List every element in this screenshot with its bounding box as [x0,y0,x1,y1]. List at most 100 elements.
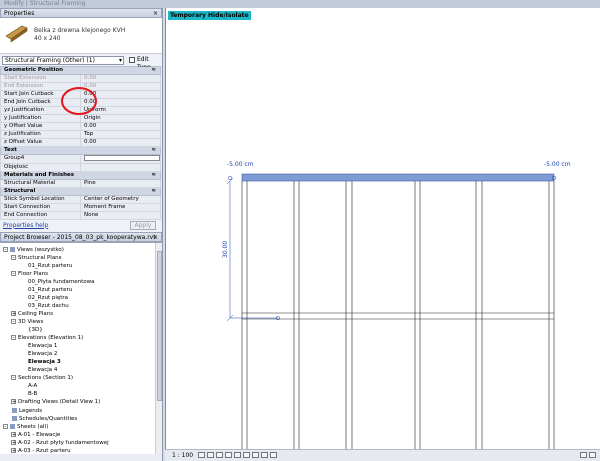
expand-icon[interactable]: + [11,431,16,437]
property-group[interactable]: Materials and Finishes ≈ [0,170,161,180]
property-name: Start Extension [0,74,81,83]
property-value[interactable]: None [80,210,161,220]
apply-button[interactable]: Apply [130,220,156,230]
property-value[interactable]: Center of Geometry [80,194,161,204]
property-value[interactable]: Moment Frame [80,202,161,212]
expand-icon[interactable]: + [11,439,16,445]
scroll-thumb[interactable] [157,250,162,401]
collapse-icon[interactable]: ≈ [151,148,156,154]
close-icon[interactable]: × [153,233,158,242]
type-name-line2: 40 x 240 [34,35,61,42]
visual-style-icon[interactable] [207,452,214,458]
expand-icon[interactable]: + [11,310,16,316]
collapse-icon[interactable]: ≈ [151,68,156,74]
collapse-icon[interactable]: ≈ [151,172,156,178]
tree-item-label: Legends [19,407,43,414]
expand-icon[interactable]: + [11,447,16,453]
properties-help-link[interactable]: Properties help [3,222,48,229]
left-offset-label[interactable]: -5.00 cm [227,161,254,168]
collapse-icon[interactable]: - [11,318,16,324]
edit-type-icon [129,57,135,63]
view-scale[interactable]: 1 : 100 [172,452,193,459]
tree-item[interactable]: Elewacja 3 [19,358,61,366]
worksharing-icon[interactable] [580,452,587,458]
close-icon[interactable]: × [153,9,158,18]
tree-item[interactable]: - Sections (Section 1) [11,374,73,382]
property-value[interactable]: 0.00 [80,122,161,131]
collapse-icon[interactable]: - [11,270,16,276]
tree-item[interactable]: 01_Rzut parteru [19,286,72,294]
tree-item-label: A-01 - Elewacje [18,431,61,438]
property-value[interactable] [80,162,161,172]
tree-item[interactable]: 00_Płyta fundamentowa [19,278,95,286]
show-crop-icon[interactable] [243,452,250,458]
tree-item[interactable]: - Views (wszystko) [3,246,64,254]
property-input[interactable] [84,155,160,161]
right-tools [578,452,596,460]
tree-item[interactable]: Elewacja 4 [19,366,57,374]
property-name: Structural Material [0,178,81,188]
tree-item[interactable]: 01_Rzut parteru [19,262,72,270]
tree-item[interactable]: - Elevations (Elevation 1) [11,334,83,342]
collapse-icon[interactable]: - [11,375,16,381]
elevation-view[interactable]: Temporary Hide/Isolate -5.00 cm -5.00 cm… [165,8,600,461]
detail-level-icon[interactable] [198,452,205,458]
tree-item[interactable]: -3D Views [11,318,43,326]
folder-icon [10,423,15,429]
dimension-label[interactable]: 30.00 [222,241,229,258]
browser-title: Project Browser - 2015_08_03_pk_kooperat… [4,233,156,241]
tree-item-label: 00_Płyta fundamentowa [28,278,95,285]
property-value[interactable]: Top [80,130,161,139]
property-group[interactable]: Text ≈ [0,146,161,155]
browser-scrollbar[interactable] [155,242,162,454]
tree-item[interactable]: 02_Rzut piętra [19,294,68,302]
tree-item[interactable]: - Sheets (all) [3,423,48,431]
property-group[interactable]: Structural ≈ [0,186,161,196]
collapse-icon[interactable]: ≈ [151,188,156,194]
tree-item[interactable]: + A-02 - Rzut płyty fundamentowej [11,439,109,447]
temp-hide-icon[interactable] [252,452,259,458]
tree-item[interactable]: - Structural Plans [11,254,62,262]
sun-path-icon[interactable] [216,452,223,458]
collapse-icon[interactable]: - [11,335,16,341]
expand-icon[interactable]: + [11,399,16,405]
property-name: Group4 [0,154,81,164]
property-value[interactable]: 0.00 [80,74,161,83]
type-selector[interactable]: Structural Framing (Other) (1) ▾ [2,56,124,65]
tree-item[interactable]: {3D} [19,326,43,334]
folder-icon [10,246,15,252]
type-name: Belka z drewna klejonego KVH 40 x 240 [34,27,125,43]
tree-item-label: Sections (Section 1) [18,375,74,382]
tree-item[interactable]: Elewacja 2 [19,350,57,358]
property-group[interactable]: Geometric Position ≈ [0,66,161,75]
tree-item[interactable]: Elewacja 1 [19,342,57,350]
reveal-icon[interactable] [261,452,268,458]
tree-item[interactable]: 03_Rzut dachu [19,302,69,310]
property-value[interactable]: Pine [80,178,161,188]
tree-item[interactable]: + A-01 - Elewacje [11,431,60,439]
view-control-bar: 1 : 100 [165,449,600,461]
tree-item[interactable]: + Drafting Views (Detail View 1) [11,398,100,406]
lock-icon[interactable] [270,452,277,458]
crop-icon[interactable] [234,452,241,458]
right-offset-label[interactable]: -5.00 cm [544,161,571,168]
tree-item[interactable]: + Ceiling Plans [11,310,53,318]
property-row: Start Extension 0.00 [0,74,161,83]
collapse-icon[interactable]: - [11,254,16,260]
tree-item[interactable]: Legends [3,407,42,415]
tree-item[interactable]: A-A [19,382,37,390]
edit-type-button[interactable]: Edit Type [128,56,161,71]
tree-item-label: Drafting Views (Detail View 1) [18,399,101,406]
collapse-icon[interactable]: - [3,246,8,252]
filter-icon[interactable] [589,452,596,458]
type-preview: Belka z drewna klejonego KVH 40 x 240 [0,18,162,54]
tree-item[interactable]: Schedules/Quantities [3,415,77,423]
property-value[interactable]: 0.00 [80,138,161,147]
tree-item[interactable]: + A-03 - Rzut parteru [11,447,71,454]
tree-item[interactable]: - Floor Plans [11,270,48,278]
tree-item[interactable]: B-B [19,390,37,398]
property-value[interactable] [80,154,161,164]
shadows-icon[interactable] [225,452,232,458]
collapse-icon[interactable]: - [3,423,8,429]
selected-beam[interactable] [241,173,555,182]
